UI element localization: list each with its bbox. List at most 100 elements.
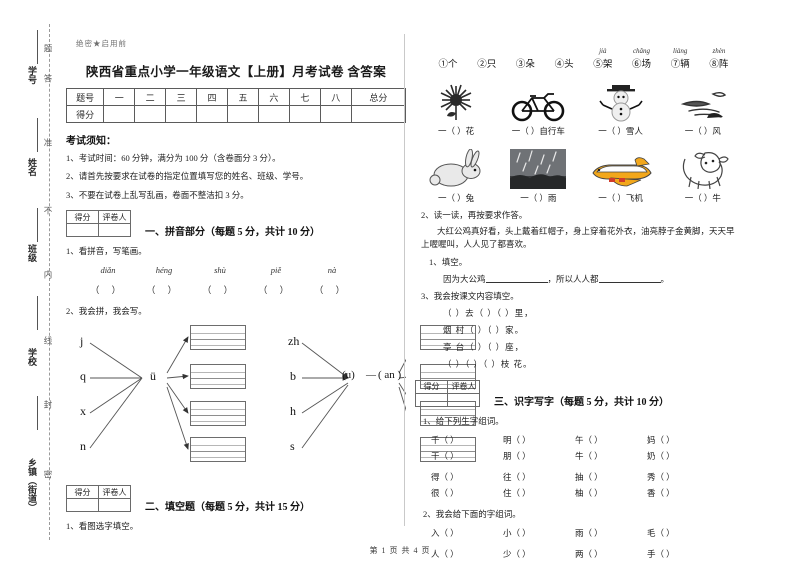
char-pair-2-3[interactable]: 牛（ ） — [575, 450, 647, 462]
pinyin-pie: piě — [270, 265, 282, 276]
section-three-q2: 2、我会给下面的字组词。 — [423, 508, 521, 519]
picture-caption-flower[interactable]: 一（ ）花 — [417, 125, 495, 137]
char-pair-row-2: 干（ ） 朋（ ） 牛（ ） 奶（ ） — [431, 450, 744, 462]
char-word-1-4[interactable]: 毛（ ） — [647, 527, 719, 539]
score-cell-4[interactable] — [196, 105, 229, 123]
score-cell-7[interactable] — [288, 105, 321, 123]
poem-line-2[interactable]: 烟 村（ ）（ ）家。 — [443, 324, 744, 336]
picture-caption-rain[interactable]: 一（ ）雨 — [499, 192, 577, 204]
stroke-answer-5[interactable]: （ ） — [304, 283, 360, 296]
reading-sub1-fill[interactable]: 因为大公鸡 ，所以人人都 。 — [443, 273, 744, 285]
sealing-line-margin: 题 答 准 不 内 线 封 密 学号 姓名 班级 学校 乡镇（街道） — [18, 18, 62, 546]
score-cell-8[interactable] — [319, 105, 352, 123]
score-entry[interactable] — [415, 392, 448, 407]
seal-notice-char-1: 答 — [43, 74, 53, 85]
seal-notice-char-7: 密 — [43, 470, 53, 481]
measure-word-option-4[interactable]: ④头 — [545, 46, 583, 70]
table-row: 题号 一 二 三 四 五 六 七 八 总分 — [65, 88, 407, 106]
stroke-answer-row: （ ） （ ） （ ） （ ） （ ） — [80, 283, 406, 296]
picture-caption-bicycle[interactable]: 一（ ）自行车 — [499, 125, 577, 137]
char-pair-4-2[interactable]: 住（ ） — [503, 487, 575, 499]
char-pair-3-3[interactable]: 抽（ ） — [575, 471, 647, 483]
measure-word-option-3[interactable]: ③朵 — [506, 46, 544, 70]
grader-entry[interactable] — [447, 392, 480, 407]
char-pair-2-4[interactable]: 奶（ ） — [647, 450, 719, 462]
char-word-1-2[interactable]: 小（ ） — [503, 527, 575, 539]
snowman-icon — [582, 78, 660, 122]
char-pair-4-3[interactable]: 柚（ ） — [575, 487, 647, 499]
char-pair-1-4[interactable]: 妈（ ） — [647, 434, 719, 446]
picture-caption-cow[interactable]: 一（ ）牛 — [664, 192, 742, 204]
char-pair-1-3[interactable]: 午（ ） — [575, 434, 647, 446]
score-cell-5[interactable] — [227, 105, 259, 123]
char-pair-2-2[interactable]: 朋（ ） — [503, 450, 575, 462]
answer-box-left-2[interactable] — [190, 364, 246, 390]
grader-label: 评卷人 — [98, 485, 131, 500]
picture-cell-flower: 一（ ）花 — [417, 78, 495, 137]
seal-field-xiangzhen: 乡镇（街道） — [27, 458, 37, 512]
score-entry[interactable] — [66, 223, 99, 238]
measure-word-option-5[interactable]: jià ⑤架 — [584, 46, 622, 70]
grader-entry[interactable] — [98, 498, 131, 513]
answer-box-left-3[interactable] — [190, 401, 246, 427]
char-pair-row-3: 得（ ） 往（ ） 抽（ ） 秀（ ） — [431, 471, 744, 483]
measure-word-option-2[interactable]: ②只 — [468, 46, 506, 70]
score-cell-total[interactable] — [350, 105, 407, 123]
measure-word-option-8[interactable]: zhèn ⑧阵 — [700, 46, 738, 70]
picture-caption-wind[interactable]: 一（ ）风 — [664, 125, 742, 137]
measure-word-option-7[interactable]: liàng ⑦辆 — [661, 46, 699, 70]
poem-line-4[interactable]: （ ）（ ）（ ）枝 花。 — [443, 358, 744, 370]
char-pair-3-2[interactable]: 往（ ） — [503, 471, 575, 483]
section-two-q1: 1、看图选字填空。 — [66, 521, 139, 532]
left-content-column: 绝密★启用前 陕西省重点小学一年级语文【上册】月考试卷 含答案 题号 一 二 三… — [65, 34, 476, 531]
poem-line-3[interactable]: 亭 台（ ）（ ）座， — [443, 341, 744, 353]
measure-word-pinyin-6: chǎng — [632, 47, 651, 55]
measure-word-pinyin-2 — [468, 46, 506, 56]
initial-j: j — [80, 334, 84, 349]
wind-icon — [664, 78, 742, 122]
score-col-3: 三 — [165, 88, 198, 106]
char-pair-1-2[interactable]: 明（ ） — [503, 434, 575, 446]
stroke-answer-3[interactable]: （ ） — [192, 283, 248, 296]
char-pair-2-1[interactable]: 干（ ） — [431, 450, 503, 462]
picture-caption-rabbit[interactable]: 一（ ）兔 — [417, 192, 495, 204]
section-three-title: 三、识字写字（每题 5 分，共计 10 分） — [494, 396, 669, 408]
score-entry[interactable] — [66, 498, 99, 513]
score-table-row-label-0: 题号 — [65, 88, 105, 106]
answer-box-left-1[interactable] — [190, 325, 246, 351]
stroke-answer-1[interactable]: （ ） — [80, 283, 136, 296]
stroke-answer-4[interactable]: （ ） — [248, 283, 304, 296]
score-cell-2[interactable] — [134, 105, 167, 123]
seal-rule-2 — [37, 208, 38, 242]
answer-blank-1[interactable] — [485, 274, 548, 283]
poem-line-1[interactable]: （ ）去（ ）（ ）里， — [443, 307, 744, 319]
stroke-answer-2[interactable]: （ ） — [136, 283, 192, 296]
score-cell-6[interactable] — [257, 105, 290, 123]
score-cell-3[interactable] — [165, 105, 198, 123]
char-pair-4-1[interactable]: 很（ ） — [431, 487, 503, 499]
picture-caption-airplane[interactable]: 一（ ）飞机 — [582, 192, 660, 204]
measure-word-option-6[interactable]: chǎng ⑥场 — [623, 46, 661, 70]
measure-word-bank: ①个 ②只 ③朵 ④头 jià ⑤架 chǎng ⑥场 liàng ⑦辆 zhè… — [429, 46, 738, 70]
answer-box-left-4[interactable] — [190, 437, 246, 463]
grader-entry[interactable] — [98, 223, 131, 238]
measure-word-num-6: ⑥ — [632, 60, 642, 70]
page-footer: 第 1 页 共 4 页 — [369, 546, 431, 555]
char-pair-4-4[interactable]: 香（ ） — [647, 487, 719, 499]
answer-blank-2[interactable] — [598, 274, 661, 283]
char-pair-3-1[interactable]: 得（ ） — [431, 471, 503, 483]
seal-notice-char-4: 内 — [43, 270, 53, 281]
reading-passage: 大红公鸡真好看，头上戴着红帽子，身上穿着花外衣，油亮脖子金黄脚，天天早上喔喔叫，… — [421, 226, 735, 249]
initial-b: b — [290, 369, 296, 384]
score-cell-1[interactable] — [103, 105, 136, 123]
measure-word-option-1[interactable]: ①个 — [429, 46, 467, 70]
notice-title: 考试须知： — [66, 136, 116, 147]
char-word-1-3[interactable]: 雨（ ） — [575, 527, 647, 539]
char-word-1-1[interactable]: 入（ ） — [431, 527, 503, 539]
table-row: 得分 评卷人 — [66, 485, 131, 500]
char-pair-1-1[interactable]: 千（ ） — [431, 434, 503, 446]
section-one-header: 得分 评卷人 一、拼音部分（每题 5 分，共计 10 分） — [66, 210, 406, 238]
char-pair-3-4[interactable]: 秀（ ） — [647, 471, 719, 483]
score-table-row-label-1: 得分 — [65, 105, 105, 123]
picture-caption-snowman[interactable]: 一（ ）雪人 — [582, 125, 660, 137]
